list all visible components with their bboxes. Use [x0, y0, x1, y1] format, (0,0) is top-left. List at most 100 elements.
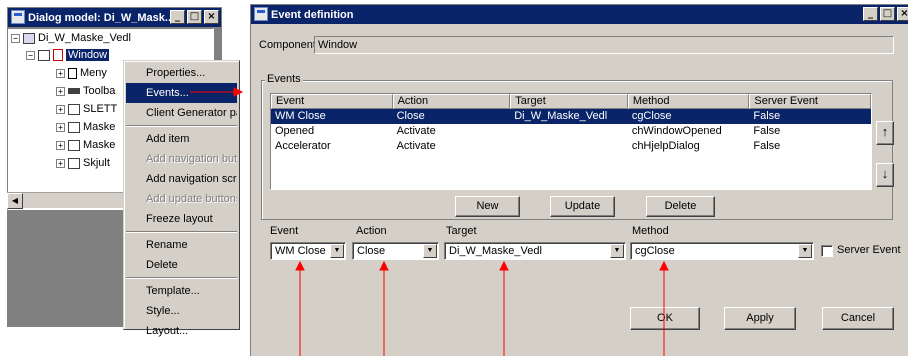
action-label: Action — [356, 225, 387, 237]
cancel-button[interactable]: Cancel — [822, 307, 894, 330]
column-header-target[interactable]: Target — [510, 94, 628, 109]
server-event-checkbox[interactable] — [821, 245, 833, 257]
tree-node-child[interactable]: + Maske — [56, 120, 115, 134]
chevron-down-icon[interactable]: ▼ — [423, 244, 437, 258]
tree-node-label: Toolba — [83, 85, 116, 97]
table-row[interactable]: Opened Activate chWindowOpened False — [271, 124, 871, 139]
menu-separator — [126, 125, 237, 127]
tree-node-window[interactable]: − Window — [26, 48, 110, 62]
table-cell: WM Close — [275, 110, 326, 122]
expand-icon[interactable]: + — [56, 122, 65, 132]
tree-node-child[interactable]: + Maske — [56, 138, 115, 152]
target-select-value: Di_W_Maske_Vedl — [449, 245, 542, 257]
chevron-down-icon[interactable]: ▼ — [610, 244, 624, 258]
close-icon[interactable]: × — [204, 10, 219, 24]
target-select[interactable]: Di_W_Maske_Vedl ▼ — [444, 242, 626, 260]
collapse-icon[interactable]: − — [26, 50, 35, 60]
menu-item-events[interactable]: Events... — [126, 83, 237, 103]
menu-item-rename[interactable]: Rename — [126, 235, 237, 255]
table-cell — [510, 124, 628, 139]
maximize-icon[interactable]: □ — [187, 10, 202, 24]
expand-icon[interactable]: + — [56, 104, 65, 114]
tree-root-label: Di_W_Maske_Vedl — [38, 32, 131, 44]
component-field: Window — [314, 36, 894, 54]
table-cell: False — [753, 140, 781, 152]
event-definition-title: Event definition — [271, 8, 354, 21]
apply-button-label: Apply — [746, 312, 774, 324]
ok-button-label: OK — [657, 312, 673, 324]
dialog-model-title: Dialog model: Di_W_Mask... — [28, 11, 175, 24]
new-button-label: New — [476, 200, 499, 212]
ok-button[interactable]: OK — [630, 307, 700, 330]
events-group-label: Events — [265, 73, 303, 85]
tree-node-child[interactable]: + Toolba — [56, 84, 115, 98]
update-button-label: Update — [564, 200, 601, 212]
method-select-value: cgClose — [635, 245, 675, 257]
column-header-event[interactable]: Event — [271, 94, 393, 109]
frame-icon — [68, 103, 80, 115]
apply-button[interactable]: Apply — [724, 307, 796, 330]
expand-icon[interactable]: + — [56, 68, 65, 78]
chevron-down-icon[interactable]: ▼ — [330, 244, 344, 258]
update-button[interactable]: Update — [550, 196, 615, 217]
method-label: Method — [632, 225, 669, 237]
table-cell: chWindowOpened — [631, 125, 722, 137]
menu-item-layout[interactable]: Layout... — [126, 321, 237, 341]
column-header-action[interactable]: Action — [392, 94, 511, 109]
move-down-button[interactable]: ↓ — [876, 163, 894, 187]
table-row[interactable]: WM Close Close Di_W_Maske_Vedl cgClose F… — [271, 109, 871, 124]
table-cell: Activate — [396, 125, 436, 137]
expand-icon[interactable]: + — [56, 140, 65, 150]
scroll-left-icon[interactable]: ◀ — [7, 193, 23, 209]
close-icon[interactable]: × — [897, 7, 908, 21]
dialog-model-titlebar[interactable]: Dialog model: Di_W_Mask... _ □ × — [8, 8, 221, 27]
delete-button[interactable]: Delete — [646, 196, 715, 217]
arrow-down-icon: ↓ — [881, 166, 889, 181]
minimize-icon[interactable]: _ — [863, 7, 878, 21]
menu-item-properties[interactable]: Properties... — [126, 63, 237, 83]
expand-icon[interactable]: + — [56, 158, 65, 168]
window-node-icon — [38, 49, 50, 61]
tree-node-label: Maske — [83, 139, 116, 151]
menu-item-template[interactable]: Template... — [126, 281, 237, 301]
menu-item-add-item[interactable]: Add item — [126, 129, 237, 149]
event-select[interactable]: WM Close ▼ — [270, 242, 346, 260]
tree-node-label: Maske — [83, 121, 116, 133]
menu-item-add-navigation-scroll[interactable]: Add navigation scroll — [126, 169, 237, 189]
menu-item-delete[interactable]: Delete — [126, 255, 237, 275]
tree-node-child[interactable]: + SLETT — [56, 102, 117, 116]
tree-node-child[interactable]: + Skjult — [56, 156, 110, 170]
column-header-method[interactable]: Method — [627, 94, 750, 109]
collapse-icon[interactable]: − — [11, 33, 20, 43]
column-header-server-event[interactable]: Server Event — [749, 94, 871, 109]
maximize-icon[interactable]: □ — [880, 7, 895, 21]
tree-node-child[interactable]: + Meny — [56, 66, 107, 80]
component-label: Component — [259, 39, 316, 51]
chevron-down-icon[interactable]: ▼ — [798, 244, 812, 258]
tree-node-label: Skjult — [83, 157, 110, 169]
frame-icon — [68, 121, 80, 133]
table-cell: False — [753, 110, 781, 122]
menu-item-client-generator[interactable]: Client Generator para — [126, 103, 237, 123]
action-select[interactable]: Close ▼ — [352, 242, 439, 260]
minimize-icon[interactable]: _ — [170, 10, 185, 24]
table-cell: False — [753, 125, 781, 137]
events-table[interactable]: Event Action Target Method Server Event … — [270, 93, 872, 190]
menu-item-style[interactable]: Style... — [126, 301, 237, 321]
method-select[interactable]: cgClose ▼ — [630, 242, 814, 260]
table-row[interactable]: Accelerator Activate chHjelpDialog False — [271, 139, 871, 154]
table-cell: Close — [396, 110, 425, 122]
tree-node-label: Meny — [80, 67, 107, 79]
event-definition-titlebar[interactable]: Event definition _ □ × — [251, 5, 908, 24]
expand-icon[interactable]: + — [56, 86, 65, 96]
move-up-button[interactable]: ↑ — [876, 121, 894, 145]
menu-separator — [126, 277, 237, 279]
tree-root[interactable]: − Di_W_Maske_Vedl — [11, 31, 131, 45]
tree-node-window-label: Window — [66, 49, 110, 61]
app-icon — [11, 10, 25, 24]
menu-separator — [126, 231, 237, 233]
menu-item-freeze-layout[interactable]: Freeze layout — [126, 209, 237, 229]
new-button[interactable]: New — [455, 196, 520, 217]
component-value: Window — [318, 39, 358, 51]
menu-icon — [68, 67, 77, 79]
